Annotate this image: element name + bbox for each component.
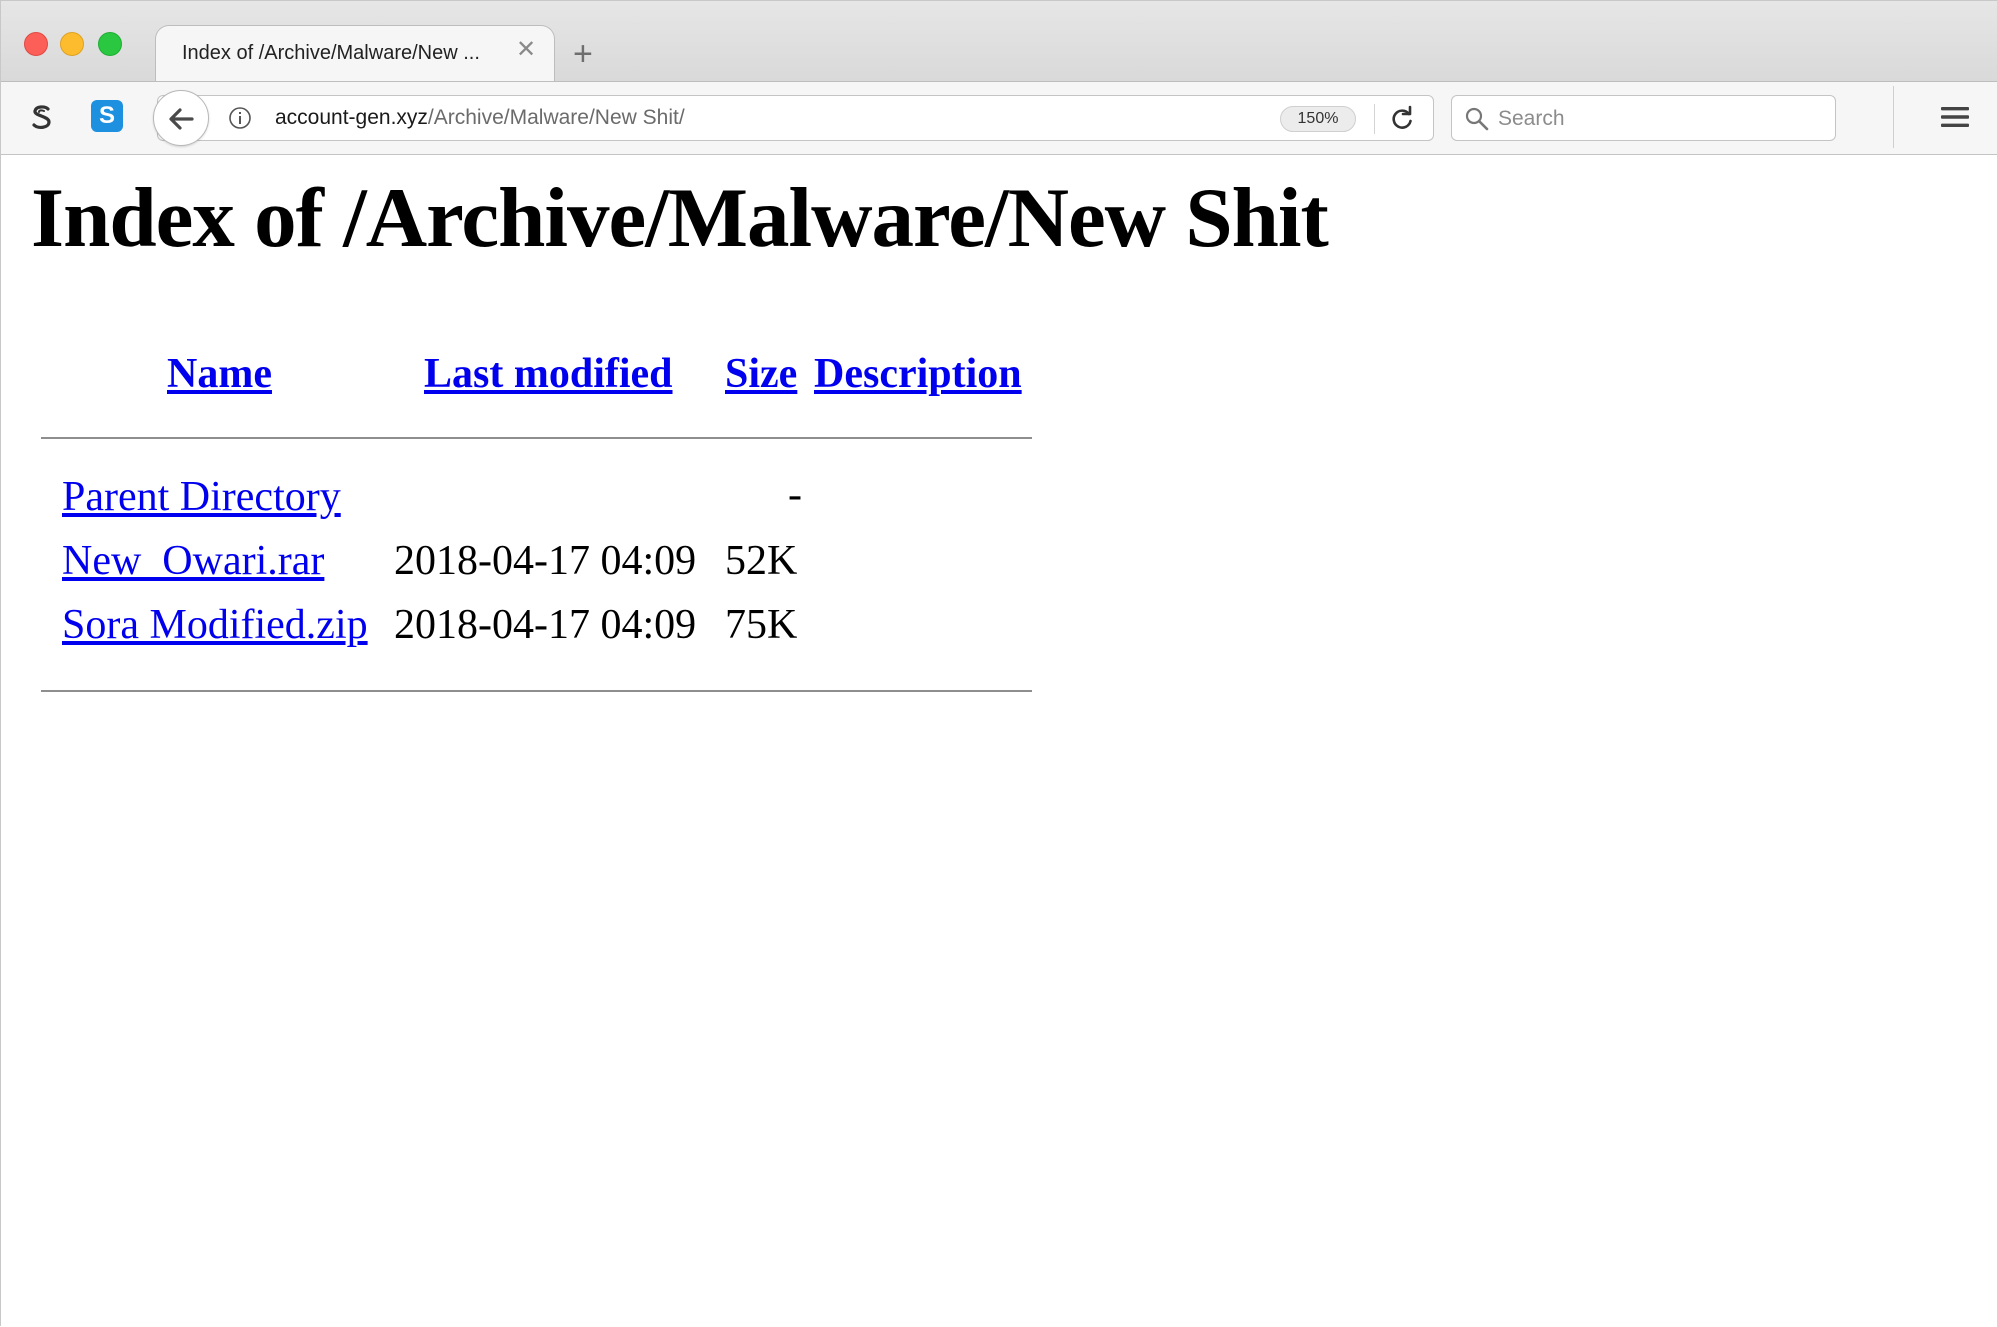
extension-label: S [98, 102, 115, 129]
table-divider-top [41, 437, 1032, 439]
row-last-modified: 2018-04-17 04:09 [394, 602, 697, 648]
window-maximize-button[interactable] [98, 32, 122, 56]
tab-close-icon[interactable]: ✕ [516, 38, 536, 62]
row-size: - [788, 472, 802, 518]
new-tab-button[interactable]: + [573, 37, 593, 71]
row-last-modified: 2018-04-17 04:09 [394, 538, 697, 584]
hamburger-menu-icon[interactable] [1939, 103, 1971, 131]
row-size: 52K [725, 538, 798, 584]
back-button[interactable] [153, 90, 209, 146]
s-extension-icon[interactable] [27, 102, 57, 132]
window-close-button[interactable] [24, 32, 48, 56]
url-path: /Archive/Malware/New Shit/ [427, 106, 685, 129]
row-size: 75K [725, 602, 798, 648]
search-field[interactable]: Search [1451, 95, 1836, 141]
url-bar[interactable]: account-gen.xyz/Archive/Malware/New Shit… [157, 95, 1434, 141]
column-header-description[interactable]: Description [814, 350, 1022, 398]
toolbar-divider [1893, 86, 1894, 148]
back-arrow-icon [169, 108, 194, 130]
window-minimize-button[interactable] [60, 32, 84, 56]
file-link-sora-modified[interactable]: Sora Modified.zip [62, 601, 368, 649]
tab-title: Index of /Archive/Malware/New ... [182, 42, 480, 64]
active-tab[interactable]: Index of /Archive/Malware/New ... ✕ [155, 25, 555, 82]
navigation-toolbar: S account-gen.xyz/Archive/Malware/New Sh… [1, 81, 1997, 155]
page-content: Index of /Archive/Malware/New Shit Name … [1, 155, 1997, 1327]
extension-button[interactable]: S [91, 100, 123, 132]
search-placeholder: Search [1498, 107, 1565, 130]
file-link-parent-directory[interactable]: Parent Directory [62, 473, 341, 521]
url-text[interactable]: account-gen.xyz/Archive/Malware/New Shit… [275, 106, 685, 130]
url-bar-divider [1374, 104, 1375, 134]
column-header-size[interactable]: Size [725, 350, 797, 398]
column-header-last-modified[interactable]: Last modified [424, 350, 673, 398]
zoom-level-badge[interactable]: 150% [1280, 106, 1356, 132]
page-title: Index of /Archive/Malware/New Shit [31, 171, 1329, 265]
table-divider-bottom [41, 690, 1032, 692]
browser-window: Index of /Archive/Malware/New ... ✕ + S … [0, 0, 1997, 1327]
file-link-new-owari[interactable]: New_Owari.rar [62, 537, 324, 585]
tab-strip: Index of /Archive/Malware/New ... ✕ + [1, 1, 1997, 82]
search-icon [1465, 107, 1489, 131]
reload-icon[interactable] [1388, 105, 1416, 133]
info-icon[interactable] [228, 106, 252, 130]
url-host: account-gen.xyz [275, 106, 428, 129]
column-header-name[interactable]: Name [167, 350, 272, 398]
